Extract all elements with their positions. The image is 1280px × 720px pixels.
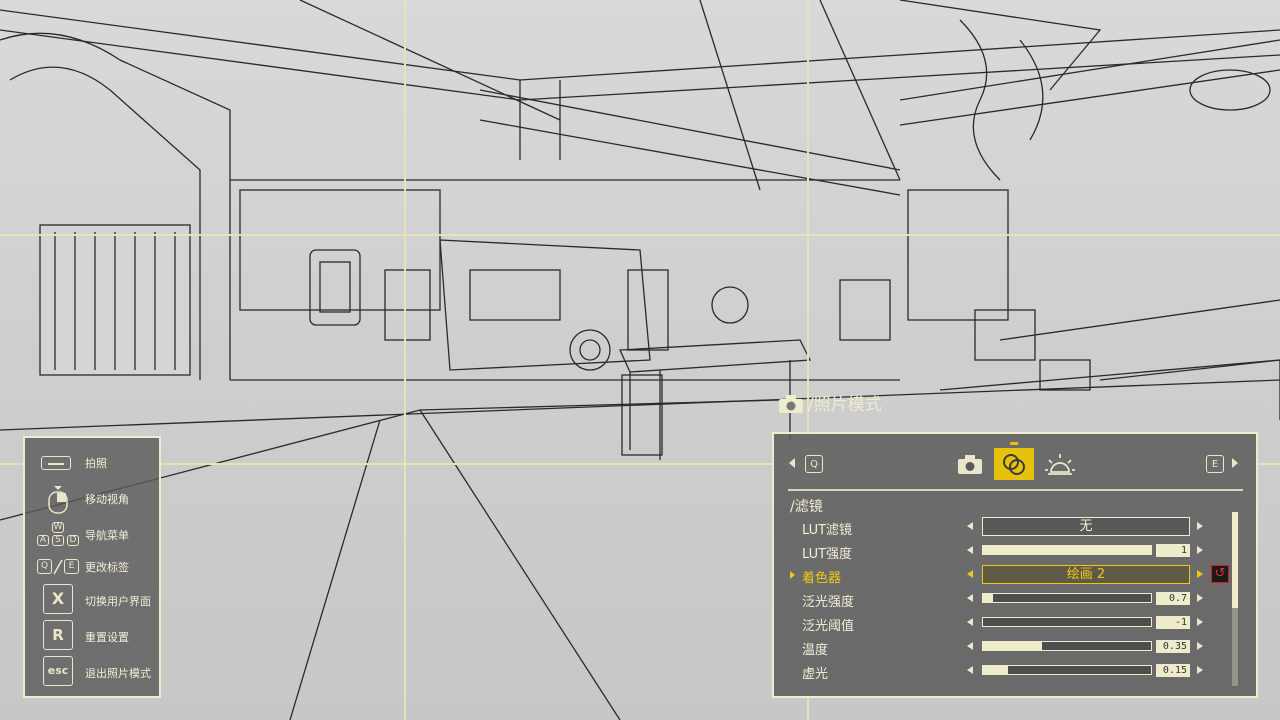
- increase-arrow-icon[interactable]: [1197, 618, 1203, 626]
- qe-keys-icon: Q E: [35, 552, 81, 582]
- setting-value[interactable]: 无: [982, 517, 1190, 536]
- prev-tab-key[interactable]: Q: [805, 455, 823, 473]
- setting-slider[interactable]: [982, 665, 1152, 675]
- esc-key-icon: esc: [35, 656, 81, 686]
- control-reset-settings[interactable]: R 重置设置: [25, 620, 159, 650]
- setting-shader[interactable]: 着色器 绘画 2 ↺: [774, 564, 1244, 586]
- tab-filter[interactable]: [994, 442, 1034, 480]
- space-key-icon: [35, 448, 81, 478]
- setting-label: LUT强度: [802, 547, 853, 562]
- decrease-arrow-icon[interactable]: [967, 570, 973, 578]
- setting-bloom-threshold[interactable]: 泛光阈值 -1: [774, 612, 1244, 634]
- increase-arrow-icon[interactable]: [1197, 522, 1203, 530]
- decrease-arrow-icon[interactable]: [967, 642, 973, 650]
- setting-value: 1: [1156, 544, 1190, 557]
- controls-panel: 拍照 移动视角 W A S D 导航菜单 Q E 更改标签 X 切换用户界面 R…: [23, 436, 161, 698]
- control-toggle-ui[interactable]: X 切换用户界面: [25, 584, 159, 614]
- increase-arrow-icon[interactable]: [1197, 570, 1203, 578]
- increase-arrow-icon[interactable]: [1197, 594, 1203, 602]
- scrollbar-thumb[interactable]: [1232, 512, 1238, 608]
- next-tab-arrow-icon[interactable]: [1232, 458, 1238, 468]
- control-label: 退出照片模式: [85, 667, 151, 680]
- control-navigate-menu[interactable]: W A S D 导航菜单: [25, 520, 159, 550]
- decrease-arrow-icon[interactable]: [967, 666, 973, 674]
- grid-line-horizontal-1: [0, 234, 1280, 236]
- decrease-arrow-icon[interactable]: [967, 546, 973, 554]
- grid-line-vertical-1: [404, 0, 406, 720]
- selected-marker-icon: [790, 571, 795, 579]
- control-label: 切换用户界面: [85, 595, 151, 608]
- prev-tab-arrow-icon[interactable]: [789, 458, 795, 468]
- decrease-arrow-icon[interactable]: [967, 618, 973, 626]
- control-label: 导航菜单: [85, 529, 129, 542]
- control-take-photo[interactable]: 拍照: [25, 448, 159, 478]
- control-change-tab[interactable]: Q E 更改标签: [25, 552, 159, 582]
- control-label: 移动视角: [85, 493, 129, 506]
- control-label: 更改标签: [85, 561, 129, 574]
- setting-slider[interactable]: [982, 593, 1152, 603]
- setting-label: 泛光强度: [802, 595, 855, 610]
- setting-label: 虚光: [802, 667, 829, 682]
- camera-icon: [779, 395, 803, 413]
- setting-value: 0.7: [1156, 592, 1190, 605]
- setting-label: 泛光阈值: [802, 619, 855, 634]
- control-move-view[interactable]: 移动视角: [25, 484, 159, 514]
- setting-vignette[interactable]: 虚光 0.15: [774, 660, 1244, 682]
- x-key-icon: X: [35, 584, 81, 614]
- setting-lut-strength[interactable]: LUT强度 1: [774, 540, 1244, 562]
- increase-arrow-icon[interactable]: [1197, 546, 1203, 554]
- setting-label: 着色器: [802, 571, 842, 586]
- increase-arrow-icon[interactable]: [1197, 666, 1203, 674]
- photo-settings-panel: Q E /滤镜 LUT滤镜 无 LUT强度 1 着色器 绘画 2 ↺ 泛光强度 …: [772, 432, 1258, 698]
- control-label: 拍照: [85, 457, 107, 470]
- section-title: /滤镜: [790, 499, 823, 515]
- r-key-icon: R: [35, 620, 81, 650]
- control-label: 重置设置: [85, 631, 129, 644]
- control-exit-photo-mode[interactable]: esc 退出照片模式: [25, 656, 159, 686]
- tab-divider: [788, 489, 1243, 491]
- camera-icon: [958, 455, 982, 474]
- setting-label: LUT滤镜: [802, 523, 853, 538]
- tab-camera[interactable]: [950, 448, 990, 480]
- setting-lut-filter[interactable]: LUT滤镜 无: [774, 516, 1244, 538]
- wasd-keys-icon: W A S D: [35, 520, 81, 550]
- next-tab-key[interactable]: E: [1206, 455, 1224, 473]
- setting-slider[interactable]: [982, 545, 1152, 555]
- setting-label: 温度: [802, 643, 829, 658]
- setting-value: 0.15: [1156, 664, 1190, 677]
- setting-value: 0.35: [1156, 640, 1190, 653]
- setting-slider[interactable]: [982, 641, 1152, 651]
- photo-mode-title-text: /照片模式: [808, 395, 882, 415]
- setting-temperature[interactable]: 温度 0.35: [774, 636, 1244, 658]
- setting-value: -1: [1156, 616, 1190, 629]
- sun-icon: [1045, 454, 1075, 475]
- setting-slider[interactable]: [982, 617, 1152, 627]
- tab-lighting[interactable]: [1040, 448, 1080, 480]
- decrease-arrow-icon[interactable]: [967, 594, 973, 602]
- setting-value[interactable]: 绘画 2: [982, 565, 1190, 584]
- mouse-icon: [35, 484, 81, 514]
- decrease-arrow-icon[interactable]: [967, 522, 973, 530]
- filter-icon: [1003, 454, 1025, 475]
- reset-setting-icon[interactable]: ↺: [1211, 565, 1229, 583]
- setting-bloom-intensity[interactable]: 泛光强度 0.7: [774, 588, 1244, 610]
- increase-arrow-icon[interactable]: [1197, 642, 1203, 650]
